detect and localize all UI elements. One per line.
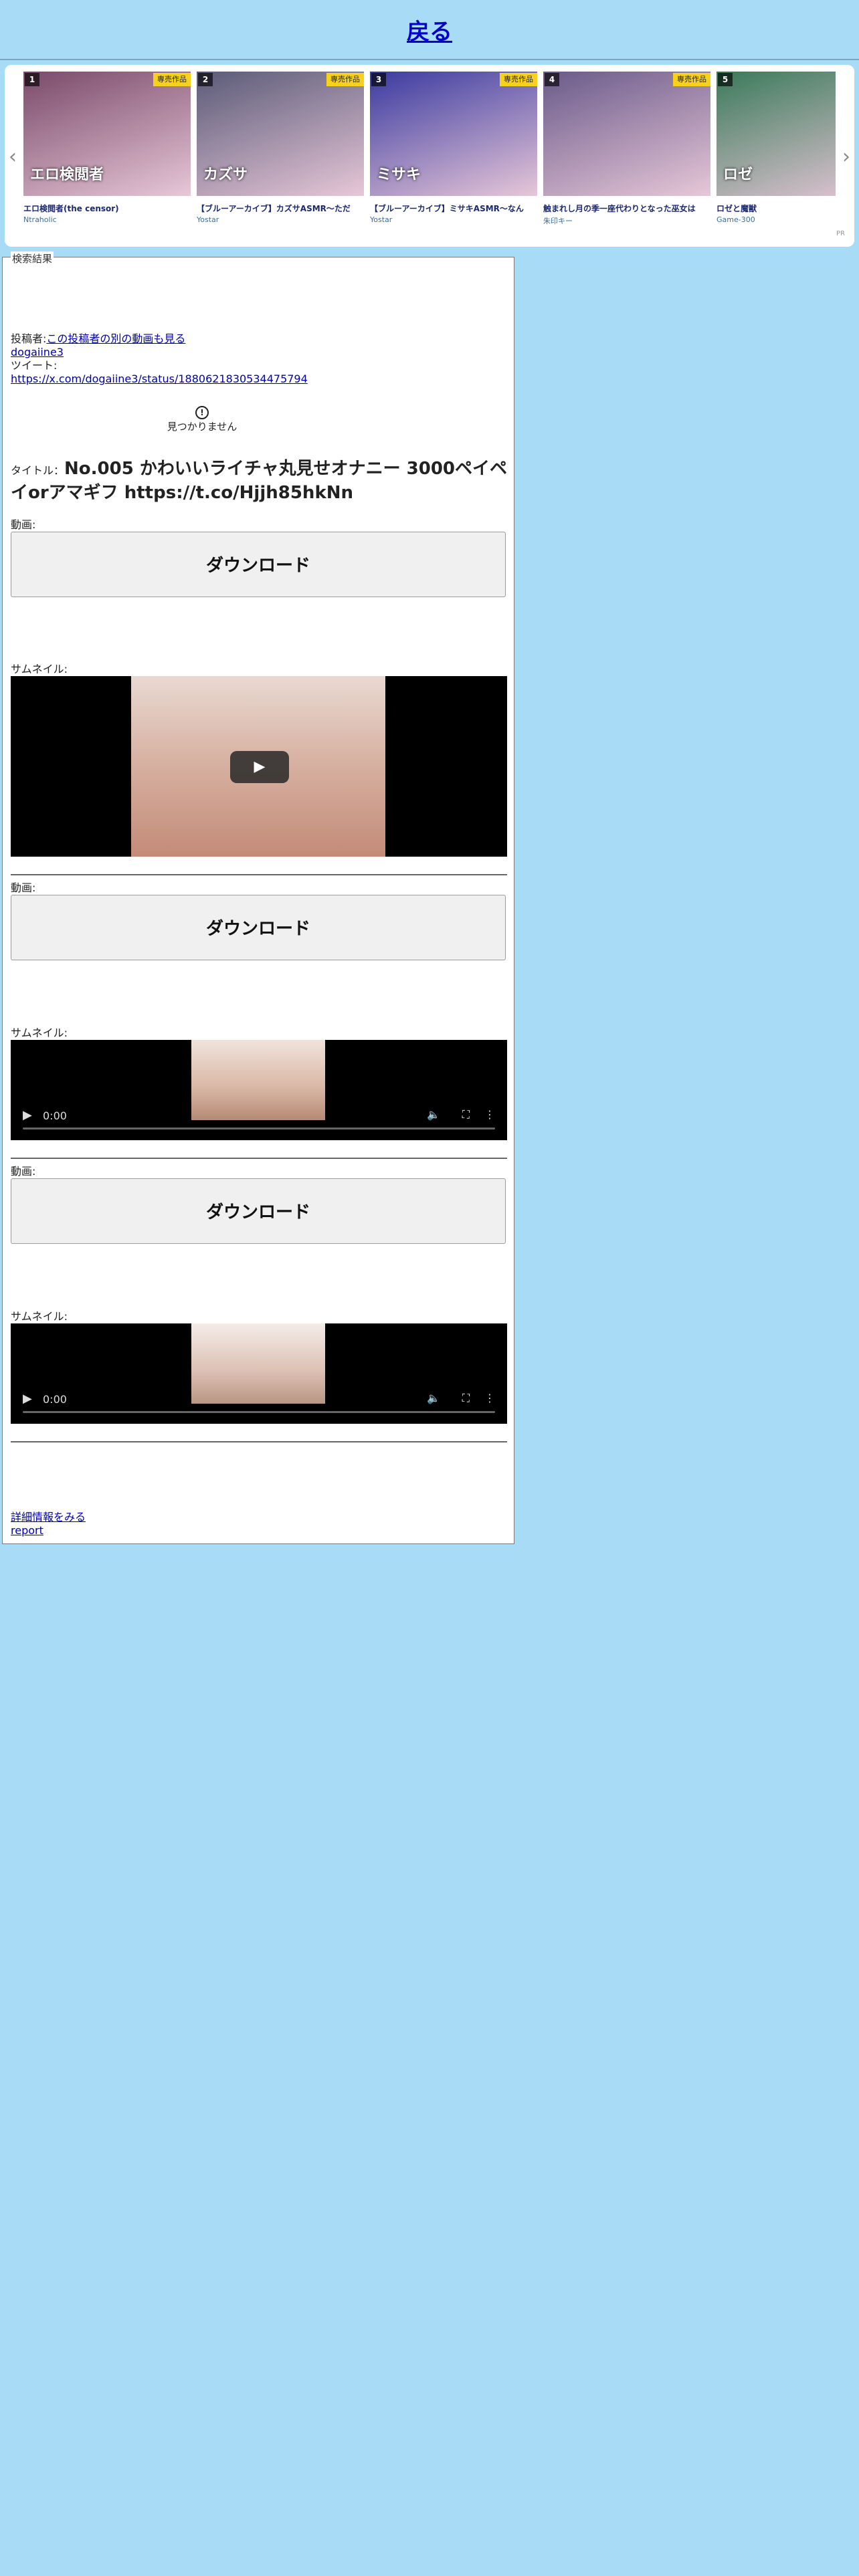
volume-icon[interactable]: 🔈 — [427, 1108, 440, 1121]
results-legend: 検索結果 — [11, 251, 54, 265]
carousel-card[interactable]: 3 専売作品ミサキ【ブルーアーカイブ】ミサキASMR～なん Yostar — [370, 72, 537, 232]
carousel-card-maker[interactable]: 朱印キー — [543, 215, 710, 226]
play-icon[interactable]: ▶ — [23, 1392, 32, 1406]
details-link[interactable]: 詳細情報をみる — [11, 1511, 86, 1523]
ad-carousel: ‹ › 1 専売作品エロ検閲者エロ検閲者(the censor) Ntraholic… — [5, 65, 854, 247]
report-link[interactable]: report — [11, 1524, 43, 1537]
pr-label: PR — [836, 230, 845, 237]
download-button[interactable]: ダウンロード — [11, 532, 506, 597]
poster-row: 投稿者:この投稿者の別の動画も見る — [11, 332, 185, 346]
more-options-icon[interactable]: ⋮ — [484, 1108, 495, 1121]
video-controls: ▶ 0:00 🔈 ⛶ ⋮ — [11, 1100, 507, 1140]
carousel-track: 1 専売作品エロ検閲者エロ検閲者(the censor) Ntraholic 2 専売作… — [23, 72, 836, 232]
poster-label: 投稿者: — [11, 332, 47, 345]
video-player[interactable]: ▶ 0:00 🔈 ⛶ ⋮ — [11, 1040, 507, 1140]
video-progress-bar[interactable] — [23, 1411, 495, 1413]
alert-circle-icon: ! — [195, 406, 209, 419]
title-label: タイトル： — [11, 464, 65, 477]
carousel-card-title[interactable]: ロゼと魔獣 — [717, 203, 836, 214]
exclusive-badge: 専売作品 — [153, 73, 191, 86]
play-icon[interactable]: ▶ — [230, 751, 289, 783]
cover-logo-text: カズサ — [203, 167, 248, 183]
carousel-card[interactable]: 2 専売作品カズサ【ブルーアーカイブ】カズサASMR～ただ Yostar — [197, 72, 364, 232]
poster-name-link[interactable]: dogaiine3 — [11, 346, 64, 358]
video-progress-bar[interactable] — [23, 1128, 495, 1130]
carousel-card[interactable]: 4 専売作品触まれし月の季一座代わりとなった巫女は 朱印キー — [543, 72, 710, 232]
video-time: 0:00 — [43, 1109, 67, 1122]
carousel-card-maker[interactable]: Yostar — [197, 215, 364, 224]
exclusive-badge: 専売作品 — [500, 73, 537, 86]
video-controls: ▶ 0:00 🔈 ⛶ ⋮ — [11, 1384, 507, 1424]
tweet-link[interactable]: https://x.com/dogaiine3/status/188062183… — [11, 372, 308, 385]
video-time: 0:00 — [43, 1393, 67, 1406]
divider — [11, 874, 507, 875]
play-icon[interactable]: ▶ — [23, 1108, 32, 1122]
title-row: タイトル：No.005 かわいいライチャ丸見せオナニー 3000ペイペイorアマ… — [11, 457, 507, 505]
cover-logo-text: エロ検閲者 — [30, 167, 104, 183]
rank-badge: 5 — [718, 73, 733, 86]
thumbnail-label: サムネイル: — [11, 1027, 68, 1039]
rank-badge: 2 — [198, 73, 213, 86]
video-label: 動画: — [11, 1165, 36, 1178]
cover-logo-text: ロゼ — [723, 167, 753, 183]
carousel-card-cover[interactable]: 4 専売作品 — [543, 72, 710, 196]
chevron-right-icon[interactable]: › — [842, 145, 850, 169]
download-button[interactable]: ダウンロード — [11, 895, 506, 960]
carousel-card-title[interactable]: 【ブルーアーカイブ】カズサASMR～ただ — [197, 203, 364, 214]
carousel-card-maker[interactable]: Game-300 — [717, 215, 836, 224]
divider — [11, 1158, 507, 1159]
chevron-left-icon[interactable]: ‹ — [9, 145, 17, 169]
carousel-card[interactable]: 5 ロゼロゼと魔獣 Game-300 — [717, 72, 836, 232]
rank-badge: 4 — [545, 73, 559, 86]
download-button[interactable]: ダウンロード — [11, 1178, 506, 1244]
carousel-card-title[interactable]: エロ検閲者(the censor) — [23, 203, 191, 214]
thumbnail-player[interactable]: ▶ — [11, 676, 507, 857]
video-player[interactable]: ▶ 0:00 🔈 ⛶ ⋮ — [11, 1323, 507, 1424]
divider — [11, 1441, 507, 1442]
volume-icon[interactable]: 🔈 — [427, 1392, 440, 1404]
carousel-card-cover[interactable]: 1 専売作品エロ検閲者 — [23, 72, 191, 196]
carousel-card-title[interactable]: 触まれし月の季一座代わりとなった巫女は — [543, 203, 710, 214]
carousel-card-cover[interactable]: 5 ロゼ — [717, 72, 836, 196]
video-title: No.005 かわいいライチャ丸見せオナニー 3000ペイペイorアマギフ ht… — [11, 459, 507, 503]
carousel-card-cover[interactable]: 3 専売作品ミサキ — [370, 72, 537, 196]
cover-logo-text: ミサキ — [377, 167, 421, 183]
poster-other-videos-link[interactable]: この投稿者の別の動画も見る — [46, 332, 185, 345]
search-results-fieldset: 検索結果 投稿者:この投稿者の別の動画も見る dogaiine3 ツイート: h… — [2, 251, 514, 1544]
not-found-notice: ! 見つかりません — [163, 406, 241, 433]
rank-badge: 1 — [25, 73, 39, 86]
thumbnail-label: サムネイル: — [11, 1310, 68, 1323]
carousel-card-maker[interactable]: Yostar — [370, 215, 537, 224]
carousel-card[interactable]: 1 専売作品エロ検閲者エロ検閲者(the censor) Ntraholic — [23, 72, 191, 232]
exclusive-badge: 専売作品 — [673, 73, 710, 86]
more-options-icon[interactable]: ⋮ — [484, 1392, 495, 1404]
video-label: 動画: — [11, 881, 36, 894]
fullscreen-icon[interactable]: ⛶ — [462, 1392, 470, 1405]
thumbnail-label: サムネイル: — [11, 663, 68, 675]
top-bar: 戻る — [0, 0, 859, 60]
tweet-label: ツイート: — [11, 359, 58, 372]
rank-badge: 3 — [371, 73, 386, 86]
carousel-card-cover[interactable]: 2 専売作品カズサ — [197, 72, 364, 196]
not-found-text: 見つかりません — [167, 421, 237, 433]
carousel-card-title[interactable]: 【ブルーアーカイブ】ミサキASMR～なん — [370, 203, 537, 214]
video-label: 動画: — [11, 518, 36, 531]
exclusive-badge: 専売作品 — [326, 73, 364, 86]
back-link[interactable]: 戻る — [407, 13, 452, 46]
fullscreen-icon[interactable]: ⛶ — [462, 1108, 470, 1121]
carousel-card-maker[interactable]: Ntraholic — [23, 215, 191, 224]
